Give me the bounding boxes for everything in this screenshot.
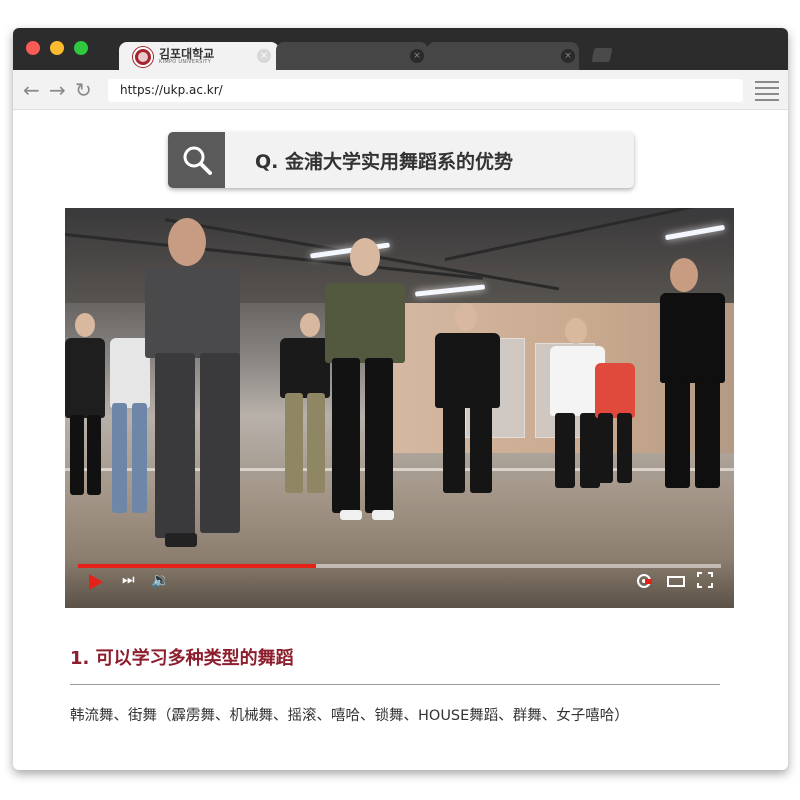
back-arrow-icon[interactable]: ← <box>23 78 40 102</box>
close-tab-icon[interactable]: × <box>257 49 271 63</box>
forward-arrow-icon[interactable]: → <box>49 78 66 102</box>
title-bar: 김포대학교 KIMPO UNIVERSITY × × × <box>13 28 788 70</box>
minimize-window-button[interactable] <box>50 41 64 55</box>
search-query-text: Q. 金浦大学实用舞蹈系的优势 <box>255 151 513 173</box>
reload-icon[interactable]: ↻ <box>75 78 92 102</box>
fullscreen-icon[interactable] <box>697 572 713 588</box>
new-tab-button[interactable] <box>591 48 613 62</box>
tab-empty-1[interactable]: × <box>276 42 428 70</box>
close-tab-icon[interactable]: × <box>561 49 575 63</box>
section-divider <box>70 684 720 685</box>
next-icon[interactable]: ⏭ <box>122 572 135 588</box>
browser-toolbar: ← → ↻ https://ukp.ac.kr/ <box>13 70 788 110</box>
tab-subtitle: KIMPO UNIVERSITY <box>159 59 212 65</box>
video-progress-bar[interactable] <box>78 564 721 568</box>
settings-gear-icon[interactable] <box>635 572 653 590</box>
university-logo-icon <box>133 47 153 67</box>
tab-empty-2[interactable]: × <box>427 42 579 70</box>
play-icon[interactable] <box>89 574 103 590</box>
video-player[interactable]: ⏭ 🔉 <box>65 208 734 608</box>
maximize-window-button[interactable] <box>74 41 88 55</box>
hamburger-menu-icon[interactable] <box>755 81 779 101</box>
video-progress-fill <box>78 564 316 568</box>
tab-kimpo-university[interactable]: 김포대학교 KIMPO UNIVERSITY × <box>119 42 279 70</box>
close-tab-icon[interactable]: × <box>410 49 424 63</box>
section-title: 1. 可以学习多种类型的舞蹈 <box>70 648 294 669</box>
address-bar[interactable]: https://ukp.ac.kr/ <box>108 79 743 102</box>
volume-icon[interactable]: 🔉 <box>151 571 170 589</box>
close-window-button[interactable] <box>26 41 40 55</box>
search-icon <box>168 132 225 188</box>
browser-window: 김포대학교 KIMPO UNIVERSITY × × × ← → ↻ https… <box>13 28 788 770</box>
search-banner: Q. 金浦大学实用舞蹈系的优势 <box>168 132 634 188</box>
theater-mode-icon[interactable] <box>667 576 685 587</box>
section-description: 韩流舞、街舞（霹雳舞、机械舞、摇滚、嘻哈、锁舞、HOUSE舞蹈、群舞、女子嘻哈） <box>70 708 629 724</box>
